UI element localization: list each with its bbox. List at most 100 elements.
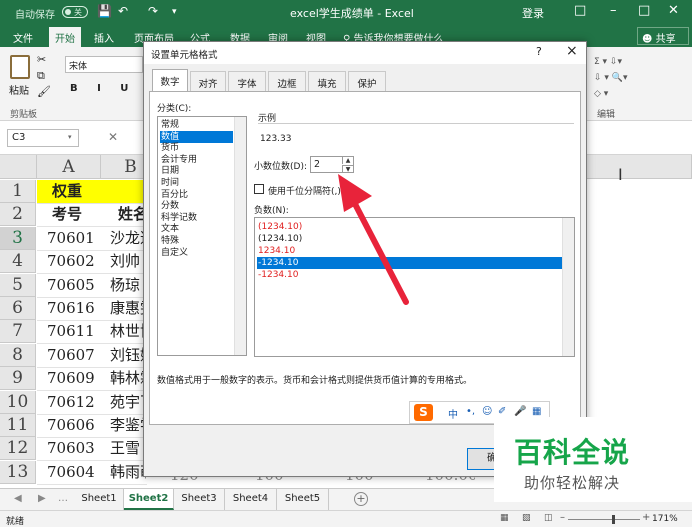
negative-list-scrollbar[interactable]: [562, 218, 574, 356]
category-item[interactable]: 货币: [160, 142, 233, 154]
zoom-slider[interactable]: [568, 515, 640, 524]
sheet-tab-4[interactable]: Sheet4: [225, 489, 277, 510]
next-sheet-icon[interactable]: ▶: [38, 493, 46, 504]
row-header-8[interactable]: 8: [0, 344, 36, 367]
share-button[interactable]: ☻ 共享: [637, 27, 689, 45]
cell-a10[interactable]: 70612: [47, 391, 101, 414]
cell-a12[interactable]: 70603: [47, 437, 101, 460]
fill-icon[interactable]: ⇩ ▾ 🔍▾: [594, 73, 628, 83]
view-normal-icon[interactable]: ▦: [500, 513, 509, 523]
category-item[interactable]: 文本: [160, 223, 233, 235]
category-item[interactable]: 分数: [160, 200, 233, 212]
redo-icon[interactable]: ↷: [148, 4, 158, 18]
cell-a6[interactable]: 70616: [47, 297, 101, 320]
zoom-level[interactable]: 171%: [652, 514, 678, 524]
row-header-4[interactable]: 4: [0, 250, 36, 273]
row-header-6[interactable]: 6: [0, 297, 36, 320]
autosum-icon[interactable]: Σ ▾ ⇩▾: [594, 57, 622, 67]
row-header-10[interactable]: 10: [0, 391, 36, 414]
sheet-tab-1[interactable]: Sheet1: [75, 489, 124, 510]
cell-a11[interactable]: 70606: [47, 414, 101, 437]
row-header-11[interactable]: 11: [0, 414, 36, 437]
row-header-3[interactable]: 3: [0, 227, 36, 250]
ime-toolbox-icon[interactable]: ▦: [532, 406, 541, 417]
select-all-corner[interactable]: [0, 155, 37, 179]
dialog-tab-fill[interactable]: 填充: [308, 71, 346, 91]
sign-in-link[interactable]: 登录: [522, 5, 544, 21]
sheet-tab-3[interactable]: Sheet3: [174, 489, 225, 510]
minimize-icon[interactable]: –: [610, 3, 617, 18]
column-header-a[interactable]: A: [37, 155, 101, 179]
paste-icon[interactable]: [10, 55, 30, 79]
tab-home[interactable]: 开始: [49, 27, 81, 47]
cell-a1[interactable]: 权重: [52, 180, 106, 203]
ime-emoji-icon[interactable]: ☺: [482, 406, 492, 417]
dialog-tab-border[interactable]: 边框: [268, 71, 306, 91]
row-header-9[interactable]: 9: [0, 367, 36, 390]
cut-icon[interactable]: ✂: [37, 53, 46, 66]
name-box-dropdown-icon[interactable]: ▾: [68, 133, 72, 141]
sheet-tab-5[interactable]: Sheet5: [277, 489, 329, 510]
cell-b7[interactable]: 林世博: [110, 320, 146, 343]
category-item[interactable]: 日期: [160, 165, 233, 177]
cell-b12[interactable]: 王雪: [110, 437, 146, 460]
format-painter-icon[interactable]: 🖌: [37, 85, 51, 98]
tab-file[interactable]: 文件: [13, 30, 33, 45]
save-icon[interactable]: 💾: [97, 4, 112, 18]
view-page-break-icon[interactable]: ◫: [544, 513, 553, 523]
help-icon[interactable]: ?: [536, 45, 542, 58]
dialog-tab-number[interactable]: 数字: [152, 69, 188, 92]
cell-a9[interactable]: 70609: [47, 367, 101, 390]
autosave-toggle[interactable]: 关: [62, 6, 88, 18]
cell-a7[interactable]: 70611: [47, 320, 101, 343]
category-list[interactable]: 常规 数值 货币 会计专用 日期 时间 百分比 分数 科学记数 文本 特殊 自定义: [157, 116, 247, 356]
cell-b5[interactable]: 杨琼: [110, 274, 146, 297]
sogou-logo-icon[interactable]: S: [414, 404, 433, 421]
cell-b6[interactable]: 康惠雯: [110, 297, 146, 320]
sheet-tab-2[interactable]: Sheet2: [124, 489, 174, 510]
cell-a3[interactable]: 70601: [47, 227, 101, 250]
ribbon-display-icon[interactable]: □: [574, 3, 586, 18]
category-item[interactable]: 科学记数: [160, 212, 233, 224]
row-header-13[interactable]: 13: [0, 461, 36, 484]
format-buttons[interactable]: B I U: [70, 83, 136, 94]
cell-b8[interactable]: 刘钰婷: [110, 344, 146, 367]
category-item[interactable]: 时间: [160, 177, 233, 189]
cell-b11[interactable]: 李鉴学: [110, 414, 146, 437]
category-item[interactable]: 百分比: [160, 189, 233, 201]
cell-b10[interactable]: 苑宇飞: [110, 391, 146, 414]
row-header-5[interactable]: 5: [0, 274, 36, 297]
category-item[interactable]: 特殊: [160, 235, 233, 247]
row-header-7[interactable]: 7: [0, 320, 36, 343]
close-window-icon[interactable]: ✕: [668, 3, 679, 18]
view-layout-icon[interactable]: ▧: [522, 513, 531, 523]
category-scrollbar[interactable]: [234, 117, 246, 355]
ime-voice-icon[interactable]: 🎤: [514, 406, 526, 417]
undo-icon[interactable]: ↶: [118, 4, 128, 18]
row-header-1[interactable]: 1: [0, 180, 36, 203]
zoom-in-icon[interactable]: +: [642, 512, 650, 523]
cell-b9[interactable]: 韩林霖: [110, 367, 146, 390]
ime-punctuation-icon[interactable]: •,: [466, 406, 475, 417]
close-icon[interactable]: ×: [566, 43, 578, 59]
sheet-more-icon[interactable]: …: [58, 493, 68, 504]
category-item[interactable]: 自定义: [160, 247, 233, 259]
dialog-tab-font[interactable]: 字体: [228, 71, 266, 91]
add-sheet-icon[interactable]: +: [354, 492, 368, 506]
cell-b4[interactable]: 刘帅: [110, 250, 146, 273]
column-header-rest[interactable]: [585, 155, 692, 179]
zoom-out-icon[interactable]: –: [560, 512, 565, 523]
ime-skin-icon[interactable]: ✐: [498, 406, 506, 417]
cell-a13[interactable]: 70604: [47, 461, 101, 484]
cell-a2[interactable]: 考号: [52, 203, 106, 226]
zoom-slider-thumb[interactable]: [612, 515, 615, 524]
category-item[interactable]: 会计专用: [160, 154, 233, 166]
copy-icon[interactable]: ⧉: [37, 69, 45, 83]
cell-a4[interactable]: 70602: [47, 250, 101, 273]
category-item[interactable]: 数值: [160, 130, 233, 143]
cell-a5[interactable]: 70605: [47, 274, 101, 297]
font-name-box[interactable]: 宋体: [65, 56, 143, 73]
cell-a8[interactable]: 70607: [47, 344, 101, 367]
cell-b3[interactable]: 沙龙逸: [110, 227, 146, 250]
row-header-2[interactable]: 2: [0, 203, 36, 226]
